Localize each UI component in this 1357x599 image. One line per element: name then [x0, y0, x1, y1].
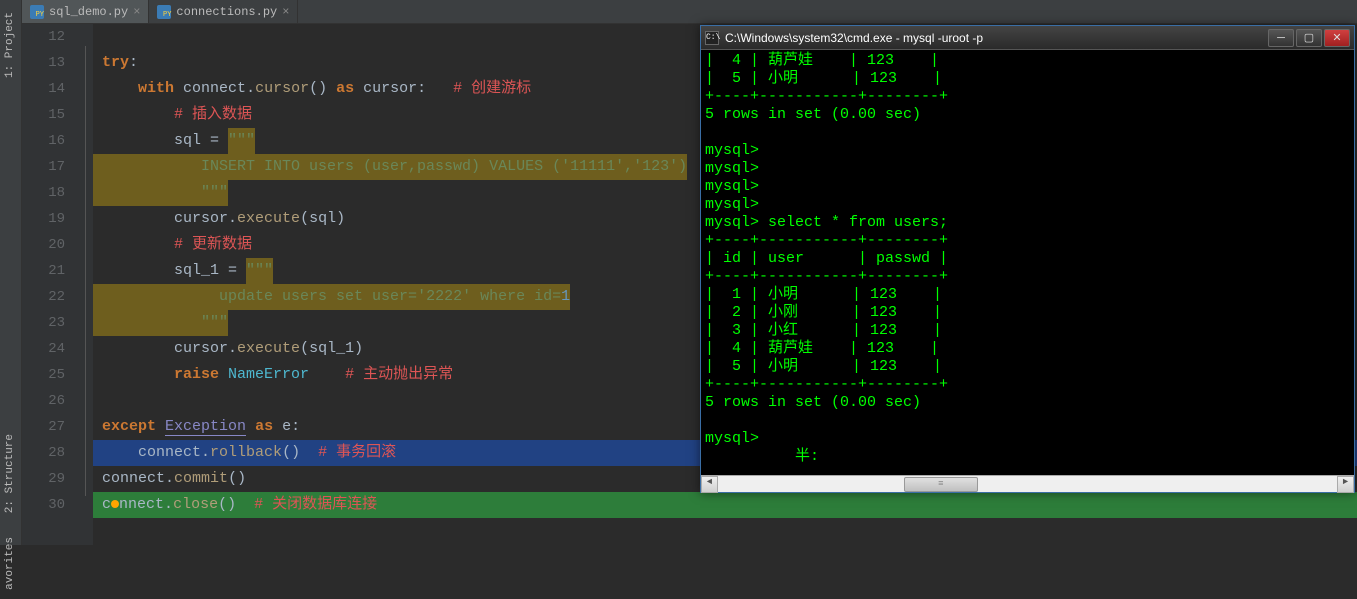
left-toolwindow-bar[interactable]: 1: Project 2: Structure avorites — [0, 0, 22, 545]
scroll-thumb[interactable] — [904, 477, 978, 492]
line-number: 20 — [22, 232, 77, 258]
line-number: 14 — [22, 76, 77, 102]
cmd-window-title: C:\Windows\system32\cmd.exe - mysql -uro… — [725, 31, 1262, 45]
horizontal-scrollbar[interactable]: ◄ ► — [701, 475, 1354, 492]
tab-label: sql_demo.py — [49, 5, 128, 19]
tab-sql-demo[interactable]: sql_demo.py × — [22, 0, 149, 23]
line-number: 26 — [22, 388, 77, 414]
close-button[interactable]: ✕ — [1324, 29, 1350, 47]
minimize-button[interactable]: ─ — [1268, 29, 1294, 47]
tab-label: connections.py — [176, 5, 277, 19]
line-number: 13 — [22, 50, 77, 76]
line-number: 22 — [22, 284, 77, 310]
cmd-app-icon: C:\ — [705, 31, 719, 45]
maximize-button[interactable]: ▢ — [1296, 29, 1322, 47]
project-tool-label[interactable]: 1: Project — [0, 4, 20, 86]
code-line: cnnect.close() # 关闭数据库连接 — [93, 492, 1357, 518]
fold-gutter[interactable] — [77, 24, 93, 545]
line-number: 30 — [22, 492, 77, 518]
line-number: 28 — [22, 440, 77, 466]
favorites-tool-label[interactable]: avorites — [0, 529, 20, 598]
line-number: 18 — [22, 180, 77, 206]
line-number: 12 — [22, 24, 77, 50]
scroll-right-button[interactable]: ► — [1337, 476, 1354, 493]
scroll-left-button[interactable]: ◄ — [701, 476, 718, 493]
line-number: 17 — [22, 154, 77, 180]
line-number: 29 — [22, 466, 77, 492]
cmd-terminal-window[interactable]: C:\ C:\Windows\system32\cmd.exe - mysql … — [700, 25, 1355, 493]
line-number: 16 — [22, 128, 77, 154]
line-number: 19 — [22, 206, 77, 232]
close-icon[interactable]: × — [133, 5, 140, 19]
close-icon[interactable]: × — [282, 5, 289, 19]
line-number: 15 — [22, 102, 77, 128]
tab-connections[interactable]: connections.py × — [149, 0, 298, 23]
line-number: 21 — [22, 258, 77, 284]
editor-gutter[interactable]: 12 13 14 15 16 17 18 19 20 21 22 23 24 2… — [22, 24, 77, 545]
line-number: 24 — [22, 336, 77, 362]
cmd-titlebar[interactable]: C:\ C:\Windows\system32\cmd.exe - mysql … — [701, 26, 1354, 50]
scroll-track[interactable] — [718, 476, 1337, 493]
python-file-icon — [157, 5, 171, 19]
python-file-icon — [30, 5, 44, 19]
line-number: 27 — [22, 414, 77, 440]
editor-tab-bar: sql_demo.py × connections.py × — [22, 0, 1357, 24]
cmd-output[interactable]: | 4 | 葫芦娃 | 123 | | 5 | 小明 | 123 | +----… — [701, 50, 1354, 474]
line-number: 25 — [22, 362, 77, 388]
line-number: 23 — [22, 310, 77, 336]
warning-dot-icon — [111, 500, 119, 508]
structure-tool-label[interactable]: 2: Structure — [0, 426, 20, 521]
